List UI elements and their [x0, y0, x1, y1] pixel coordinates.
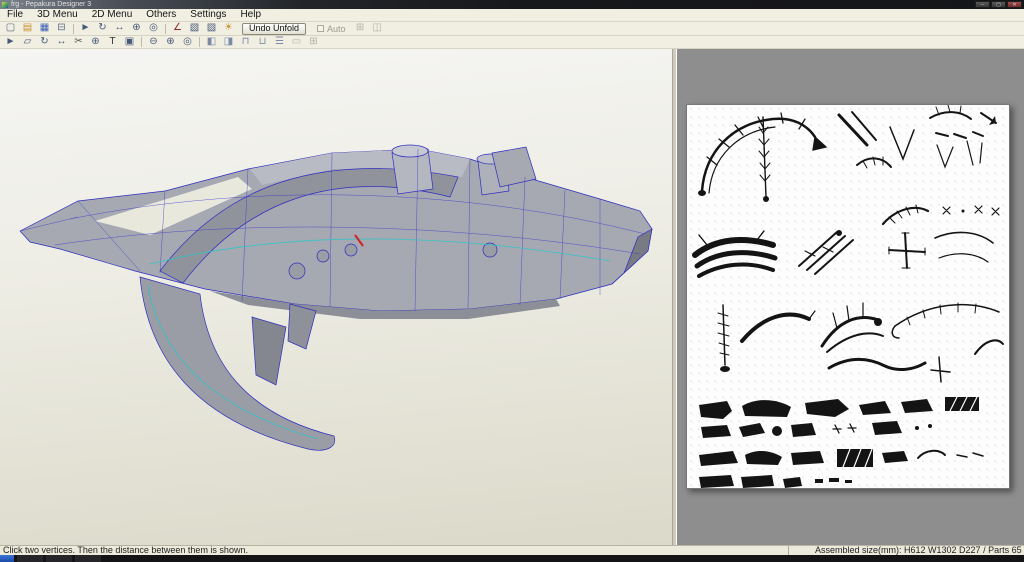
- unfold-icon[interactable]: ⊞: [352, 22, 369, 35]
- grid-icon[interactable]: ⊞: [305, 36, 322, 49]
- zoom-in-2d-icon[interactable]: ⊕: [162, 36, 179, 49]
- menubar: File3D Menu2D MenuOthersSettingsHelp: [0, 9, 1024, 22]
- toolbar-3d-icons: ▢▤▦⊟ ►↻↔⊕◎ ∠▧▨☀: [2, 22, 237, 35]
- assembled-size-info: Assembled size(mm): H612 W1302 D227 / Pa…: [788, 546, 1024, 555]
- menu-item-settings[interactable]: Settings: [183, 9, 233, 21]
- rotate-view-icon[interactable]: ↻: [94, 22, 111, 35]
- 3d-model-wireframe: [0, 49, 672, 545]
- select-piece-icon[interactable]: ►: [2, 36, 19, 49]
- viewport-3d[interactable]: [0, 49, 672, 545]
- toolbar-main: ▢▤▦⊟ ►↻↔⊕◎ ∠▧▨☀ Undo Unfold Auto ⊞◫: [0, 22, 1024, 36]
- divide-icon[interactable]: ✂: [70, 36, 87, 49]
- toolbar-unfold-icons: ⊞◫: [352, 22, 386, 35]
- image-icon[interactable]: ▣: [121, 36, 138, 49]
- menu-item-help[interactable]: Help: [233, 9, 268, 21]
- minimize-button[interactable]: ─: [975, 1, 990, 8]
- taskbar-item[interactable]: [75, 555, 101, 562]
- align-left-icon[interactable]: ◧: [203, 36, 220, 49]
- window-title: frg - Pepakura Designer 3: [11, 0, 91, 9]
- app-icon: [2, 2, 8, 8]
- toolbar-separator: [199, 37, 200, 47]
- light-icon[interactable]: ☀: [220, 22, 237, 35]
- viewport-2d[interactable]: [677, 49, 1024, 545]
- texture-icon[interactable]: ▨: [203, 22, 220, 35]
- align-right-icon[interactable]: ◨: [220, 36, 237, 49]
- page-setup-icon[interactable]: ▭: [288, 36, 305, 49]
- arrange-parts-icon[interactable]: ☰: [271, 36, 288, 49]
- toolbar-2d-icons: ►▱↻↔✂⊕T▣⊖⊕◎◧◨⊓⊔☰▭⊞: [2, 36, 322, 49]
- toolbar-2d: ►▱↻↔✂⊕T▣⊖⊕◎◧◨⊓⊔☰▭⊞: [0, 36, 1024, 49]
- text-icon[interactable]: T: [104, 36, 121, 49]
- menu-item-file[interactable]: File: [0, 9, 30, 21]
- align-top-icon[interactable]: ⊓: [237, 36, 254, 49]
- taskbar-item[interactable]: [17, 555, 43, 562]
- zoom-in-icon[interactable]: ⊕: [128, 22, 145, 35]
- auto-checkbox-label: Auto: [327, 24, 346, 34]
- app-window: frg - Pepakura Designer 3 ─▢✕ File3D Men…: [0, 0, 1024, 562]
- maximize-button[interactable]: ▢: [991, 1, 1006, 8]
- os-taskbar-edge: [0, 555, 1024, 562]
- print-icon[interactable]: ⊟: [53, 22, 70, 35]
- menu-item-2d-menu[interactable]: 2D Menu: [85, 9, 140, 21]
- fit-page-icon[interactable]: ◎: [179, 36, 196, 49]
- main-area: [0, 49, 1024, 545]
- edit-flap-icon[interactable]: ▱: [19, 36, 36, 49]
- checkbox-icon: [317, 25, 324, 32]
- select-icon[interactable]: ►: [77, 22, 94, 35]
- flip-icon[interactable]: ▧: [186, 22, 203, 35]
- unfold-pattern-pieces: [687, 105, 1011, 490]
- titlebar: frg - Pepakura Designer 3 ─▢✕: [0, 0, 1024, 9]
- start-button-edge[interactable]: [0, 555, 14, 562]
- join-icon[interactable]: ⊕: [87, 36, 104, 49]
- auto-unfold-icon[interactable]: ◫: [369, 22, 386, 35]
- close-button[interactable]: ✕: [1007, 1, 1022, 8]
- menu-item-others[interactable]: Others: [139, 9, 183, 21]
- taskbar-item[interactable]: [46, 555, 72, 562]
- undo-unfold-button[interactable]: Undo Unfold: [242, 23, 306, 35]
- toolbar-separator: [141, 37, 142, 47]
- unfold-page[interactable]: [686, 104, 1010, 489]
- new-file-icon[interactable]: ▢: [2, 22, 19, 35]
- auto-checkbox[interactable]: Auto: [317, 24, 346, 34]
- statusbar: Click two vertices. Then the distance be…: [0, 545, 1024, 555]
- zoom-out-2d-icon[interactable]: ⊖: [145, 36, 162, 49]
- toolbar-separator: [165, 24, 166, 34]
- pan-view-icon[interactable]: ↔: [111, 22, 128, 35]
- move-piece-icon[interactable]: ↔: [53, 36, 70, 49]
- align-bottom-icon[interactable]: ⊔: [254, 36, 271, 49]
- status-message: Click two vertices. Then the distance be…: [0, 546, 788, 555]
- window-controls: ─▢✕: [975, 1, 1024, 8]
- menu-item-3d-menu[interactable]: 3D Menu: [30, 9, 85, 21]
- measure-icon[interactable]: ∠: [169, 22, 186, 35]
- open-file-icon[interactable]: ▤: [19, 22, 36, 35]
- toolbar-separator: [73, 24, 74, 34]
- rotate-piece-icon[interactable]: ↻: [36, 36, 53, 49]
- save-icon[interactable]: ▦: [36, 22, 53, 35]
- zoom-fit-icon[interactable]: ◎: [145, 22, 162, 35]
